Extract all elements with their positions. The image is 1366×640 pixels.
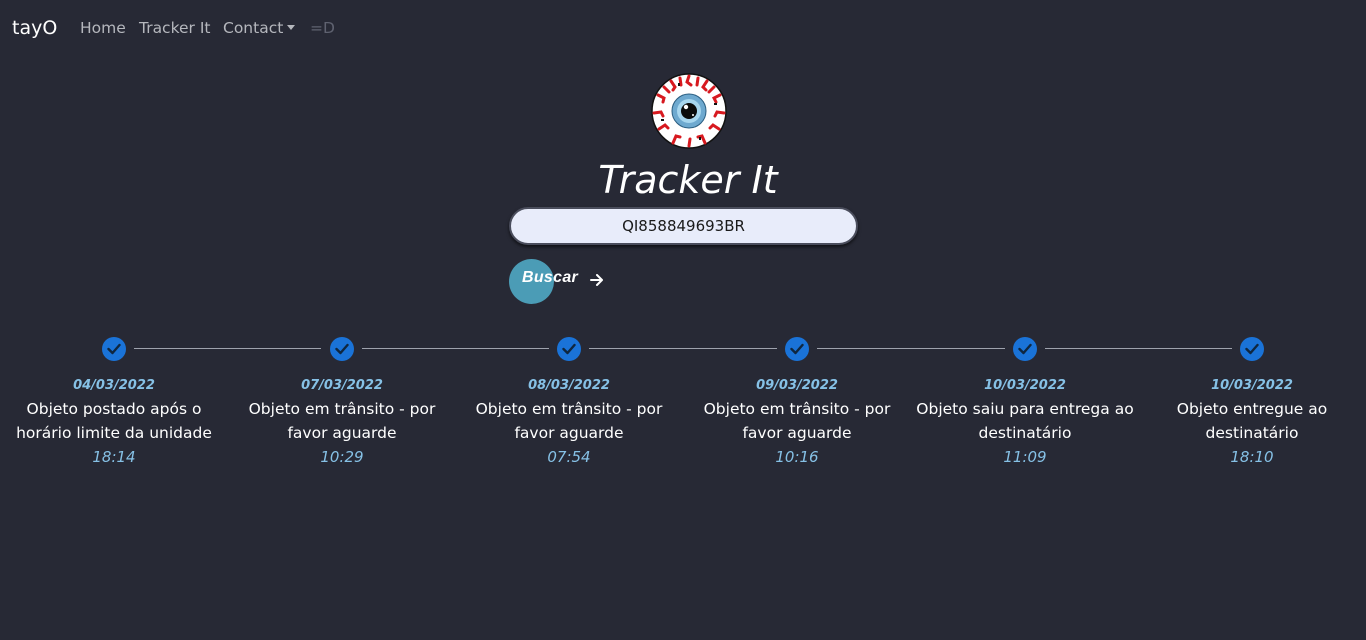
eyeball-icon (651, 73, 727, 149)
step-date: 09/03/2022 (756, 378, 838, 393)
tracking-code-input[interactable] (509, 207, 858, 245)
step-description: Objeto em trânsito - por favor aguarde (703, 400, 891, 442)
timeline-connector (362, 348, 549, 349)
check-circle-icon (1240, 337, 1264, 361)
step-time: 07:54 (547, 448, 591, 466)
timeline-step: 04/03/2022 Objeto postado após o horário… (4, 377, 224, 469)
caret-down-icon (287, 25, 296, 30)
search-button-label: Buscar (522, 269, 579, 286)
step-description: Objeto entregue ao destinatário (1176, 400, 1328, 442)
step-date: 04/03/2022 (73, 378, 155, 393)
brand-logo[interactable]: tayO (12, 16, 57, 40)
step-date: 08/03/2022 (528, 378, 610, 393)
step-time: 11:09 (1003, 448, 1047, 466)
step-time: 10:16 (775, 448, 819, 466)
navbar: tayO Home Tracker It Contact =D (0, 0, 1366, 56)
nav-disabled-link: =D (310, 19, 335, 37)
check-circle-icon (1013, 337, 1037, 361)
step-description: Objeto saiu para entrega ao destinatário (916, 400, 1134, 442)
timeline-step: 10/03/2022 Objeto saiu para entrega ao d… (915, 377, 1135, 469)
nav-contact-dropdown[interactable]: Contact (223, 18, 296, 38)
timeline-connector (817, 348, 1005, 349)
step-time: 18:14 (92, 448, 136, 466)
timeline-step: 10/03/2022 Objeto entregue ao destinatár… (1142, 377, 1362, 469)
step-time: 18:10 (1230, 448, 1274, 466)
search-button[interactable]: Buscar (509, 259, 619, 304)
check-circle-icon (330, 337, 354, 361)
arrow-right-icon (590, 274, 604, 289)
check-circle-icon (102, 337, 126, 361)
check-circle-icon (785, 337, 809, 361)
timeline-connector (134, 348, 321, 349)
step-description: Objeto em trânsito - por favor aguarde (248, 400, 436, 442)
nav-tracker-it[interactable]: Tracker It (139, 18, 211, 38)
timeline-connector (589, 348, 777, 349)
timeline-connector (1045, 348, 1232, 349)
step-description: Objeto postado após o horário limite da … (16, 400, 212, 442)
timeline-step: 09/03/2022 Objeto em trânsito - por favo… (687, 377, 907, 469)
nav-contact-label: Contact (223, 19, 284, 37)
step-description: Objeto em trânsito - por favor aguarde (475, 400, 663, 442)
nav-home[interactable]: Home (80, 18, 126, 38)
step-time: 10:29 (320, 448, 364, 466)
step-date: 10/03/2022 (1211, 378, 1293, 393)
step-date: 07/03/2022 (301, 378, 383, 393)
timeline-step: 07/03/2022 Objeto em trânsito - por favo… (232, 377, 452, 469)
page-title: Tracker It (598, 158, 778, 202)
step-date: 10/03/2022 (984, 378, 1066, 393)
timeline-step: 08/03/2022 Objeto em trânsito - por favo… (459, 377, 679, 469)
check-circle-icon (557, 337, 581, 361)
